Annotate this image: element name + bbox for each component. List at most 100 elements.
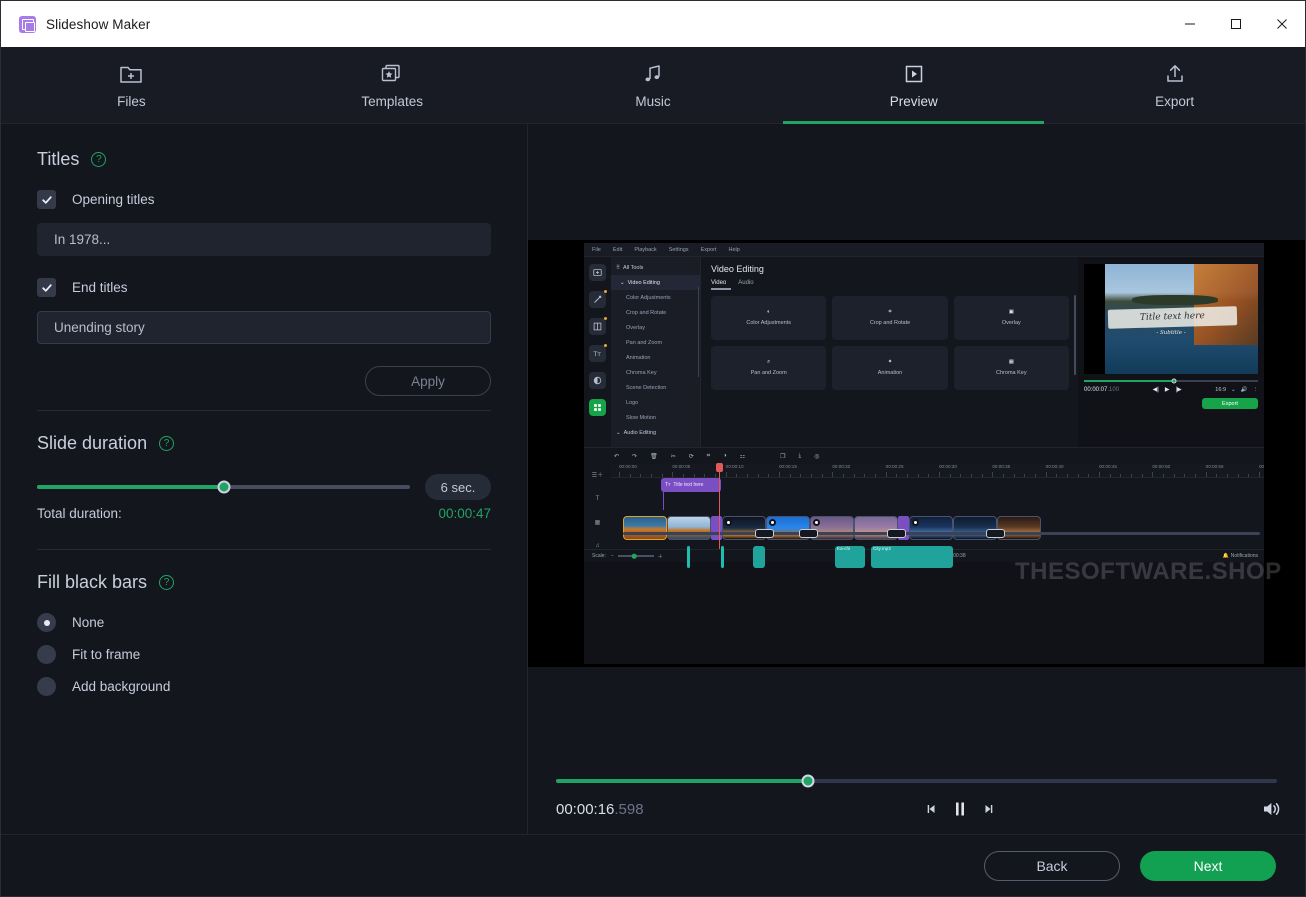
slide-duration-value[interactable]: 6 sec. — [425, 474, 491, 500]
embedded-export-row: Export — [1084, 398, 1258, 409]
timeline-ruler: 00:00:00 00:00:05 00:00:10 00:00:15 00:00:20… — [611, 464, 1264, 478]
tool-card: ⌗ Crop and Rotate — [832, 295, 948, 340]
tool-card-label: Crop and Rotate — [869, 319, 911, 326]
audio-clip — [687, 546, 690, 568]
end-titles-input[interactable]: Unending story — [37, 311, 491, 344]
fill-option-add-background[interactable]: Add background — [37, 677, 491, 696]
apply-row: Apply — [37, 366, 491, 396]
title-clip-icon: Tт — [665, 482, 671, 488]
ruler-tickmark — [768, 474, 770, 477]
opening-titles-input[interactable]: In 1978... — [37, 223, 491, 256]
ruler-tickmark — [917, 474, 919, 477]
tool-list-item: Pan and Zoom — [626, 339, 663, 346]
contrast-icon: ◐ — [767, 308, 771, 315]
back-button[interactable]: Back — [984, 850, 1120, 881]
pause-icon[interactable] — [953, 801, 967, 817]
ruler-tickmark — [853, 474, 855, 477]
scale-slider — [617, 553, 654, 559]
chevron-down-icon: ⌄ — [1231, 386, 1236, 393]
end-titles-row[interactable]: End titles — [37, 278, 491, 297]
tab-files[interactable]: Files — [1, 47, 262, 123]
ruler-tickmark — [1141, 474, 1143, 477]
menu-file: File — [592, 246, 601, 253]
undo-icon: ↶ — [614, 453, 620, 460]
transport-controls — [925, 801, 995, 817]
next-frame-icon[interactable] — [981, 802, 995, 816]
ruler-tickmark — [1195, 474, 1196, 477]
menu-playback: Playback — [634, 246, 657, 253]
embedded-timeline-toolbar: ↶ ↷ 🗑 ✂ ⟳ ⌗ ◑ ⚏ ❐ ⤓ ◎ — [584, 447, 1264, 464]
opening-titles-checkbox[interactable] — [37, 190, 56, 209]
playback-time-ms: .598 — [614, 800, 644, 818]
menu-export: Export — [700, 246, 717, 253]
ruler-tickmark — [779, 472, 780, 477]
help-icon[interactable]: ? — [91, 152, 107, 167]
settings-panel: Titles ? Opening titles In 1978... End t… — [1, 124, 528, 834]
tool-card-label: Overlay — [1001, 319, 1021, 326]
tab-label: Templates — [361, 94, 423, 109]
close-icon[interactable] — [1259, 1, 1305, 47]
template-star-icon — [380, 61, 404, 87]
tab-music[interactable]: Music — [523, 47, 784, 123]
subtab-underline — [711, 288, 731, 290]
embedded-panel-tabs: Video Audio — [711, 280, 1069, 286]
slider-handle[interactable] — [217, 480, 230, 494]
end-titles-checkbox[interactable] — [37, 278, 56, 297]
ruler-tick-label: 00:00:00 — [619, 464, 637, 469]
next-button[interactable]: Next — [1140, 850, 1276, 881]
titles-icon: Tт — [589, 344, 607, 362]
ruler-tickmark — [1067, 474, 1068, 477]
scrubber-handle[interactable] — [801, 774, 815, 787]
tab-export[interactable]: Export — [1044, 47, 1305, 123]
radio-none[interactable] — [37, 613, 56, 632]
prev-frame-icon[interactable] — [925, 802, 939, 816]
ruler-tickmark — [725, 472, 727, 477]
menu-edit: Edit — [612, 246, 623, 253]
ruler-tickmark — [1013, 474, 1015, 477]
play-icon: ▶ — [1164, 387, 1170, 393]
slide-duration-slider[interactable] — [37, 480, 410, 494]
clip-effect-badge — [813, 519, 820, 526]
radio-fit-to-frame[interactable] — [37, 645, 56, 664]
main-body: Titles ? Opening titles In 1978... End t… — [1, 124, 1305, 834]
clip-transition-badge — [755, 529, 774, 538]
help-icon[interactable]: ? — [159, 575, 175, 590]
radio-add-background[interactable] — [37, 677, 56, 696]
ruler-tickmark — [843, 474, 844, 477]
ruler-tickmark — [1163, 474, 1164, 477]
main-tabbar: Files Templates Music Preview Export — [1, 47, 1305, 124]
tab-preview[interactable]: Preview — [783, 47, 1044, 124]
redo-icon: ↷ — [632, 453, 638, 460]
help-icon[interactable]: ? — [159, 436, 175, 451]
chroma-icon: ▦ — [1008, 358, 1014, 365]
fill-option-none[interactable]: None — [37, 613, 491, 632]
playback-scrubber[interactable] — [556, 774, 1277, 787]
ruler-tickmark — [1120, 474, 1122, 477]
apply-button[interactable]: Apply — [365, 366, 491, 396]
stickers-icon — [589, 372, 606, 389]
playback-time: 00:00:16.598 — [556, 801, 644, 818]
ruler-tick-label: 00:01:00 — [1259, 464, 1264, 469]
embedded-transport: ◀| ▶ |▶ — [1153, 386, 1182, 393]
download-icon: ⤓ — [798, 452, 802, 459]
volume-icon[interactable] — [1261, 800, 1281, 818]
tab-templates[interactable]: Templates — [262, 47, 523, 123]
ruler-tick-label: 00:00:30 — [939, 464, 957, 469]
embedded-tool-grid: ◐ Color Adjustments ⌗ Crop and Rotate ▣ … — [711, 295, 1069, 390]
maximize-icon[interactable] — [1213, 1, 1259, 47]
timeline-audio-track: Ka-chi City.mp3 — [623, 546, 1264, 568]
upload-arrow-icon — [1163, 61, 1187, 87]
opening-titles-label: Opening titles — [72, 192, 155, 207]
volume-icon: 🔊 — [1240, 386, 1248, 393]
ruler-tick-label: 00:00:15 — [779, 464, 797, 469]
tool-card: ▣ Overlay — [953, 295, 1069, 340]
ruler-tickmark — [907, 474, 908, 477]
ruler-tickmark — [928, 474, 930, 477]
opening-titles-row[interactable]: Opening titles — [37, 190, 491, 209]
fill-black-bars-title: Fill black bars — [37, 572, 148, 592]
embedded-main: Tт ⠿ All Tools ⌄ Video Editing Color Adj… — [584, 257, 1264, 447]
minimize-icon[interactable] — [1167, 1, 1213, 47]
ruler-tickmark — [992, 472, 994, 477]
wand-icon: ✦ — [887, 358, 893, 365]
fill-option-fit-to-frame[interactable]: Fit to frame — [37, 645, 491, 664]
